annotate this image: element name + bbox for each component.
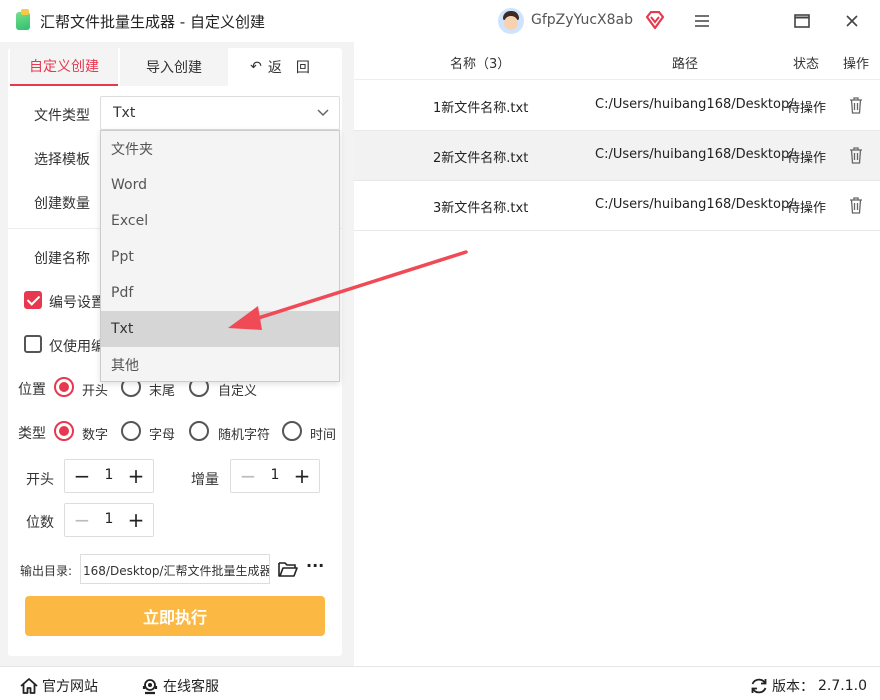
type-radio-letter[interactable]: [121, 421, 141, 441]
type-option-random: 随机字符: [218, 428, 271, 443]
table-row[interactable]: 1新文件名称.txt C:/Users/huibang168/Desktop/ …: [354, 81, 880, 131]
increment-stepper: − 1 +: [230, 459, 320, 493]
type-option-letter: 字母: [149, 428, 176, 443]
trash-icon[interactable]: [849, 96, 863, 114]
digits-increment-button[interactable]: +: [121, 504, 151, 536]
status-bar: 官方网站 在线客服 版本： 2.7.1.0: [0, 666, 880, 700]
online-support-link[interactable]: 在线客服: [141, 676, 219, 696]
type-option-number: 数字: [82, 428, 109, 443]
mode-tabs: 自定义创建 导入创建 ↶ 返 回: [10, 48, 340, 86]
row-status: 待操作: [787, 101, 827, 116]
chevron-down-icon: [317, 109, 329, 117]
digits-label: 位数: [26, 515, 54, 531]
close-icon[interactable]: [838, 8, 866, 34]
run-now-button[interactable]: 立即执行: [25, 596, 325, 636]
type-label: 类型: [18, 426, 46, 442]
start-value[interactable]: 1: [95, 467, 123, 483]
start-decrement-button[interactable]: −: [67, 460, 97, 492]
dropdown-option-excel[interactable]: Excel: [101, 203, 339, 239]
output-dir-label: 输出目录:: [20, 564, 73, 578]
table-row[interactable]: 3新文件名称.txt C:/Users/huibang168/Desktop/ …: [354, 181, 880, 231]
window-title: 汇帮文件批量生成器 - 自定义创建: [40, 13, 265, 31]
official-website-link[interactable]: 官方网站: [20, 676, 98, 696]
row-name: 2新文件名称.txt: [433, 151, 529, 166]
back-arrow-icon: ↶: [250, 59, 262, 75]
only-number-label: 仅使用编: [49, 339, 105, 355]
app-logo-icon: [16, 9, 30, 30]
header-path: 路径: [672, 57, 699, 72]
header-action: 操作: [843, 57, 870, 72]
tab-custom-create[interactable]: 自定义创建: [10, 48, 118, 86]
table-row[interactable]: 2新文件名称.txt C:/Users/huibang168/Desktop/ …: [354, 131, 880, 181]
headset-icon: [142, 679, 158, 695]
tab-import-create[interactable]: 导入创建: [120, 48, 228, 86]
position-radio-start[interactable]: [54, 377, 74, 397]
table-header: 名称（3） 路径 状态 操作: [354, 42, 880, 80]
row-path: C:/Users/huibang168/Desktop/: [595, 97, 794, 112]
row-status: 待操作: [787, 201, 827, 216]
numbering-label: 编号设置: [49, 295, 105, 311]
more-options-icon[interactable]: ···: [306, 558, 324, 578]
home-icon: [20, 678, 38, 694]
dropdown-option-pdf[interactable]: Pdf: [101, 275, 339, 311]
template-label: 选择模板: [34, 152, 90, 168]
type-radio-time[interactable]: [282, 421, 302, 441]
dropdown-option-other[interactable]: 其他: [101, 347, 339, 383]
title-bar: 汇帮文件批量生成器 - 自定义创建 GfpZyYucX8ab: [0, 0, 880, 42]
header-name: 名称（3）: [450, 57, 511, 72]
file-type-value: Txt: [113, 105, 136, 121]
increment-value[interactable]: 1: [261, 467, 289, 483]
version-info[interactable]: 版本： 2.7.1.0: [750, 676, 867, 696]
increment-increment-button[interactable]: +: [287, 460, 317, 492]
increment-decrement-button[interactable]: −: [233, 460, 263, 492]
version-label: 版本：: [772, 679, 814, 695]
type-option-time: 时间: [310, 428, 337, 443]
type-radio-number[interactable]: [54, 421, 74, 441]
dropdown-option-ppt[interactable]: Ppt: [101, 239, 339, 275]
file-type-dropdown: 文件夹 Word Excel Ppt Pdf Txt 其他: [100, 130, 340, 382]
start-stepper: − 1 +: [64, 459, 154, 493]
back-button[interactable]: ↶ 返 回: [240, 48, 320, 86]
official-website-label: 官方网站: [42, 679, 98, 695]
dropdown-option-word[interactable]: Word: [101, 167, 339, 203]
row-name: 1新文件名称.txt: [433, 101, 529, 116]
maximize-icon[interactable]: [788, 8, 816, 34]
trash-icon[interactable]: [849, 146, 863, 164]
file-type-label: 文件类型: [34, 108, 90, 124]
header-status: 状态: [793, 57, 820, 72]
dropdown-option-folder[interactable]: 文件夹: [101, 131, 339, 167]
user-avatar[interactable]: [498, 8, 524, 34]
row-path: C:/Users/huibang168/Desktop/: [595, 197, 794, 212]
start-increment-button[interactable]: +: [121, 460, 151, 492]
numbering-checkbox[interactable]: [24, 291, 42, 309]
only-number-checkbox[interactable]: [24, 335, 42, 353]
position-label: 位置: [18, 382, 46, 398]
menu-icon[interactable]: [688, 8, 716, 34]
online-support-label: 在线客服: [163, 679, 219, 695]
vip-diamond-icon[interactable]: [645, 11, 665, 29]
dropdown-option-txt[interactable]: Txt: [101, 311, 339, 347]
increment-label: 增量: [191, 472, 219, 488]
row-name: 3新文件名称.txt: [433, 201, 529, 216]
file-type-select[interactable]: Txt: [100, 96, 340, 130]
digits-value[interactable]: 1: [95, 511, 123, 527]
type-radio-random[interactable]: [189, 421, 209, 441]
type-row: 类型 数字 字母 随机字符 时间: [18, 420, 348, 444]
back-label: 返 回: [267, 60, 310, 76]
refresh-icon: [751, 678, 767, 694]
username[interactable]: GfpZyYucX8ab: [531, 12, 633, 28]
digits-stepper: − 1 +: [64, 503, 154, 537]
digits-decrement-button[interactable]: −: [67, 504, 97, 536]
folder-open-icon[interactable]: [278, 560, 298, 578]
start-label: 开头: [26, 472, 54, 488]
output-dir-field[interactable]: 168/Desktop/汇帮文件批量生成器: [80, 554, 270, 584]
trash-icon[interactable]: [849, 196, 863, 214]
count-label: 创建数量: [34, 196, 90, 212]
row-path: C:/Users/huibang168/Desktop/: [595, 147, 794, 162]
row-status: 待操作: [787, 151, 827, 166]
file-list-panel: 名称（3） 路径 状态 操作 1新文件名称.txt C:/Users/huiba…: [354, 42, 880, 666]
name-label: 创建名称: [34, 251, 90, 267]
version-number: 2.7.1.0: [818, 678, 867, 694]
